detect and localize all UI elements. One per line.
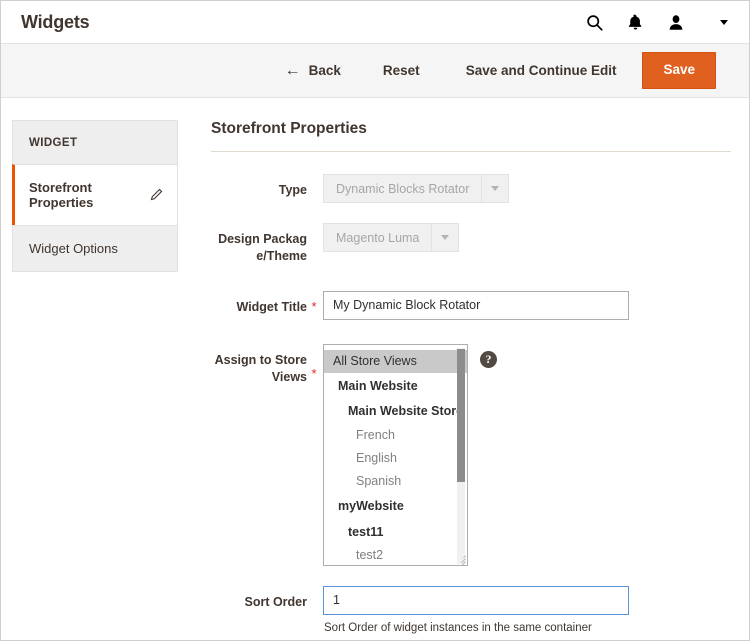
sort-order-input[interactable] <box>323 586 629 615</box>
type-required-marker: * <box>307 174 321 197</box>
reset-button-label: Reset <box>383 63 420 78</box>
store-view-option[interactable]: myWebsite <box>324 493 467 520</box>
sort-order-note: Sort Order of widget instances in the sa… <box>323 622 731 634</box>
design-theme-select-value: Magento Luma <box>324 224 431 251</box>
type-select[interactable]: Dynamic Blocks Rotator <box>323 174 509 203</box>
store-views-field-label: Assign to Store Views <box>211 344 307 386</box>
sort-order-field-label: Sort Order <box>211 586 307 611</box>
design-theme-select-chevron-down-icon <box>431 224 458 251</box>
store-views-multiselect[interactable]: All Store ViewsMain WebsiteMain Website … <box>323 344 468 566</box>
store-view-option[interactable]: Main Website Store <box>324 399 467 424</box>
sort-order-field-control: Sort Order of widget instances in the sa… <box>321 586 731 634</box>
help-question-mark-icon[interactable]: ? <box>480 351 497 368</box>
caret-triangle <box>491 186 499 191</box>
caret-triangle <box>720 20 728 25</box>
edit-pencil-icon[interactable] <box>150 188 163 203</box>
widget-title-field-label: Widget Title <box>211 291 307 316</box>
design-theme-field-control: Magento Luma <box>321 223 731 252</box>
reset-button[interactable]: Reset <box>373 57 430 84</box>
sidebar-item-label: Storefront Properties <box>29 180 142 210</box>
store-view-option[interactable]: test2 <box>324 544 467 566</box>
widget-title-field-control <box>321 291 731 320</box>
store-views-required-marker: * <box>307 344 321 381</box>
page-header: Widgets <box>1 1 749 44</box>
widget-title-required-marker: * <box>307 291 321 314</box>
store-view-option[interactable]: Spanish <box>324 470 467 493</box>
header-icon-group <box>584 12 731 32</box>
back-button-label: Back <box>309 63 341 78</box>
type-field-control: Dynamic Blocks Rotator <box>321 174 731 203</box>
main-content: Storefront Properties Type * Dynamic Blo… <box>178 120 749 641</box>
store-views-wrapper: All Store ViewsMain WebsiteMain Website … <box>323 344 731 566</box>
store-view-option[interactable]: Main Website <box>324 373 467 400</box>
design-theme-required-marker: * <box>307 223 321 246</box>
search-icon[interactable] <box>584 12 604 32</box>
sidebar-item-widget-options[interactable]: Widget Options <box>12 225 178 272</box>
save-and-continue-edit-button[interactable]: Save and Continue Edit <box>456 57 627 84</box>
sidebar-item-label: Widget Options <box>29 241 118 256</box>
field-row-type: Type * Dynamic Blocks Rotator <box>211 174 731 203</box>
type-select-chevron-down-icon <box>481 175 508 202</box>
design-theme-select[interactable]: Magento Luma <box>323 223 459 252</box>
store-views-field-control: All Store ViewsMain WebsiteMain Website … <box>321 344 731 566</box>
section-title: Storefront Properties <box>211 120 731 152</box>
action-toolbar: ← Back Reset Save and Continue Edit Save <box>1 44 749 98</box>
widget-edit-page: Widgets <box>0 0 750 641</box>
store-view-option[interactable]: French <box>324 424 467 447</box>
caret-triangle <box>441 235 449 240</box>
page-body: WIDGET Storefront Properties Widget Opti… <box>1 98 749 641</box>
type-field-label: Type <box>211 174 307 199</box>
store-view-option[interactable]: All Store Views <box>324 350 467 373</box>
field-row-design-theme: Design Package/Theme * Magento Luma <box>211 223 731 265</box>
store-views-scrollbar-thumb[interactable] <box>457 349 465 482</box>
store-views-option-list: All Store ViewsMain WebsiteMain Website … <box>324 350 467 566</box>
page-title: Widgets <box>21 12 89 33</box>
resize-grip-icon[interactable] <box>455 553 466 564</box>
chevron-down-icon[interactable] <box>717 15 731 29</box>
field-row-sort-order: Sort Order * Sort Order of widget instan… <box>211 586 731 634</box>
user-account-icon[interactable] <box>666 12 686 32</box>
sidebar-heading: WIDGET <box>12 120 178 164</box>
store-view-option[interactable]: test11 <box>324 520 467 545</box>
design-theme-field-label: Design Package/Theme <box>211 223 307 265</box>
back-button[interactable]: ← Back <box>275 57 351 85</box>
back-arrow-icon: ← <box>285 63 301 79</box>
type-select-value: Dynamic Blocks Rotator <box>324 175 481 202</box>
sort-order-required-marker: * <box>307 586 321 609</box>
save-and-continue-edit-label: Save and Continue Edit <box>466 63 617 78</box>
notifications-bell-icon[interactable] <box>625 12 645 32</box>
widget-sidebar: WIDGET Storefront Properties Widget Opti… <box>12 120 178 641</box>
field-row-store-views: Assign to Store Views * All Store ViewsM… <box>211 344 731 566</box>
store-view-option[interactable]: English <box>324 447 467 470</box>
widget-title-input[interactable] <box>323 291 629 320</box>
save-button[interactable]: Save <box>642 52 716 89</box>
sidebar-item-storefront-properties[interactable]: Storefront Properties <box>12 164 178 225</box>
field-row-widget-title: Widget Title * <box>211 291 731 320</box>
